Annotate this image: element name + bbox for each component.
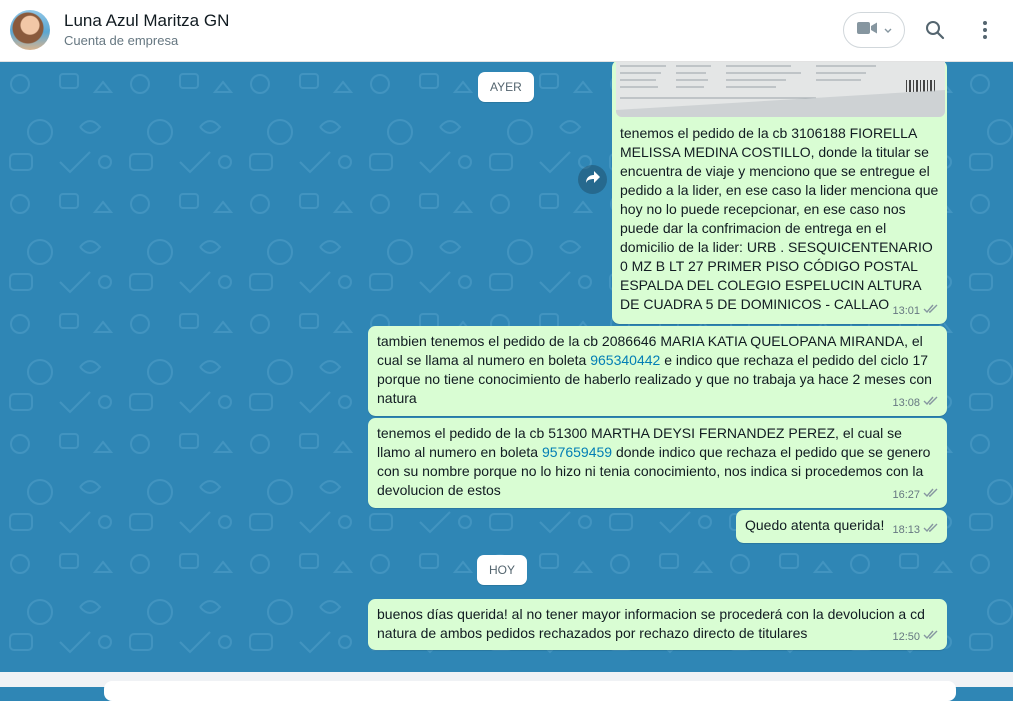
message-text: tenemos el pedido de la cb 51300 MARTHA … xyxy=(377,424,938,500)
compose-bar xyxy=(0,672,1013,701)
message-bubble-outgoing[interactable]: Quedo atenta querida! 18:13 xyxy=(736,510,947,543)
message-text: tenemos el pedido de la cb 3106188 FIORE… xyxy=(620,125,939,312)
message-bubble-outgoing[interactable]: buenos días querida! al no tener mayor i… xyxy=(368,599,947,650)
read-ticks-icon xyxy=(923,394,939,413)
menu-dots-icon[interactable] xyxy=(972,17,998,43)
read-ticks-icon xyxy=(923,628,939,647)
phone-link[interactable]: 957659459 xyxy=(542,444,612,460)
chat-panel[interactable]: AYER tenemos el pedido de la cb 3106188 … xyxy=(0,62,1013,672)
message-bubble-outgoing[interactable]: tenemos el pedido de la cb 51300 MARTHA … xyxy=(368,418,947,508)
date-separator-today: HOY xyxy=(477,555,528,585)
chevron-down-icon xyxy=(884,21,892,39)
message-time: 13:01 xyxy=(892,305,920,317)
message-time: 13:08 xyxy=(892,397,920,409)
message-time: 12:50 xyxy=(892,631,920,643)
message-meta: 12:50 xyxy=(892,628,939,647)
video-call-icon xyxy=(856,20,878,41)
message-time: 16:27 xyxy=(892,489,920,501)
message-text: tambien tenemos el pedido de la cb 20866… xyxy=(377,332,938,408)
read-ticks-icon xyxy=(923,486,939,505)
message-time: 18:13 xyxy=(892,524,920,536)
contact-name[interactable]: Luna Azul Maritza GN xyxy=(64,11,229,31)
message-meta: 13:01 xyxy=(892,302,939,321)
date-separator-yesterday: AYER xyxy=(478,72,534,102)
message-text: buenos días querida! al no tener mayor i… xyxy=(377,606,925,641)
message-meta: 18:13 xyxy=(892,521,939,540)
video-call-button[interactable] xyxy=(843,12,905,48)
chat-header: Luna Azul Maritza GN Cuenta de empresa xyxy=(0,0,1013,62)
message-meta: 13:08 xyxy=(892,394,939,413)
image-attachment[interactable] xyxy=(616,62,945,117)
message-meta: 16:27 xyxy=(892,486,939,505)
contact-avatar[interactable] xyxy=(10,10,50,50)
contact-subtitle: Cuenta de empresa xyxy=(64,33,179,48)
forward-icon xyxy=(585,170,601,189)
phone-link[interactable]: 965340442 xyxy=(590,352,660,368)
message-bubble-outgoing[interactable]: tenemos el pedido de la cb 3106188 FIORE… xyxy=(612,62,947,324)
read-ticks-icon xyxy=(923,302,939,321)
search-icon[interactable] xyxy=(922,17,948,43)
forward-button[interactable] xyxy=(578,165,607,194)
read-ticks-icon xyxy=(923,521,939,540)
message-input[interactable] xyxy=(104,681,956,701)
message-bubble-outgoing[interactable]: tambien tenemos el pedido de la cb 20866… xyxy=(368,326,947,416)
